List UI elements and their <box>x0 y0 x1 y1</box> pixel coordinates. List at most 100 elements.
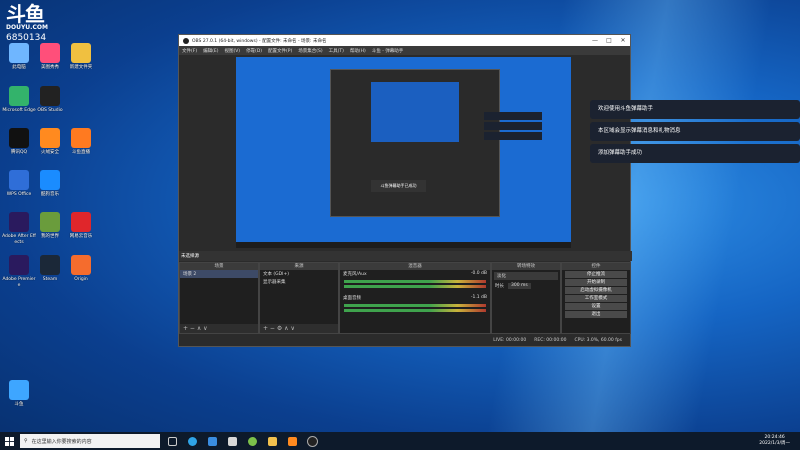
transitions-dock-title: 转场特效 <box>492 263 560 270</box>
close-icon[interactable]: ✕ <box>616 37 630 44</box>
obs-menu-item[interactable]: 文件(F) <box>182 48 197 54</box>
windows-taskbar: ⚲ 在这里输入你要搜索的内容 20:24:46 2022/1/3/周一 <box>0 432 800 450</box>
control-button[interactable]: 退出 <box>565 311 627 318</box>
desktop-icon[interactable]: Steam <box>33 255 67 283</box>
mixer-volume-slider[interactable] <box>344 309 486 312</box>
desktop-icon-label: OBS Studio <box>37 108 63 113</box>
start-button[interactable] <box>0 432 18 450</box>
mixer-volume-slider[interactable] <box>344 285 486 288</box>
scene-item[interactable]: 场景 2 <box>180 270 258 278</box>
rec-status: REC: 00:00:00 <box>534 338 567 343</box>
source-item[interactable]: 文本 (GDI+) <box>260 270 338 278</box>
obs-taskbar-icon[interactable] <box>304 434 320 448</box>
control-button[interactable]: 启动虚拟摄像机 <box>565 287 627 294</box>
desktop-icon[interactable]: 此电脑 <box>2 43 36 71</box>
app-icon <box>40 212 60 232</box>
obs-status-bar: LIVE: 00:00:00 REC: 00:00:00 CPU: 3.0%, … <box>179 335 630 346</box>
nested-notification <box>484 112 542 120</box>
duration-label: 时长 <box>495 284 504 289</box>
nested-screen <box>371 82 459 142</box>
desktop-icon-label: 新建文件夹 <box>69 65 93 70</box>
app-icon <box>9 212 29 232</box>
obs-window-title: OBS 27.0.1 (64-bit, windows) - 配置文件: 未命名… <box>192 38 327 44</box>
mail-icon[interactable] <box>224 434 240 448</box>
obs-menu-item[interactable]: 工具(T) <box>329 48 344 54</box>
desktop-icon[interactable]: Adobe After Effects <box>2 212 36 245</box>
obs-menu-item[interactable]: 斗鱼 - 弹幕助手 <box>372 48 403 54</box>
desktop-icon[interactable]: 腾讯QQ <box>2 128 36 156</box>
search-placeholder: 在这里输入你要搜索的内容 <box>31 438 92 445</box>
desktop-icon-label: 网易云音乐 <box>69 234 93 239</box>
obs-menu-item[interactable]: 停靠(D) <box>246 48 262 54</box>
mixer-channel-db: -1.1 dB <box>470 295 487 300</box>
task-view-icon[interactable] <box>164 434 180 448</box>
desktop-icon[interactable]: 斗鱼直播 <box>64 128 98 156</box>
desktop-icon[interactable]: 火绒安全 <box>33 128 67 156</box>
danmaku-notification: 本区域会显示弹幕消息和礼物消息 <box>590 122 800 141</box>
obs-menu-item[interactable]: 帮助(H) <box>350 48 366 54</box>
desktop-icon[interactable]: OBS Studio <box>33 86 67 114</box>
obs-menu-item[interactable]: 视图(V) <box>224 48 240 54</box>
control-button[interactable]: 开始录制 <box>565 279 627 286</box>
app-icon <box>9 128 29 148</box>
edge-icon[interactable] <box>184 434 200 448</box>
desktop-icon-label: 腾讯QQ <box>10 150 28 155</box>
maximize-icon[interactable]: □ <box>602 37 616 44</box>
desktop-icon[interactable]: Microsoft Edge <box>2 86 36 114</box>
desktop-icon[interactable]: 斗鱼 <box>2 380 36 408</box>
desktop-icon-label: Adobe After Effects <box>2 234 36 245</box>
app-icon <box>40 43 60 63</box>
danmaku-notification: 添加弹幕助手成功 <box>590 144 800 163</box>
sources-dock-actions[interactable]: + − ⚙ ∧ ∨ <box>260 324 338 333</box>
desktop-icon[interactable]: 网易云音乐 <box>64 212 98 240</box>
desktop-icon[interactable]: WPS Office <box>2 170 36 198</box>
danmaku-notification: 欢迎使用斗鱼弹幕助手 <box>590 100 800 119</box>
minimize-icon[interactable]: — <box>588 37 602 44</box>
obs-window[interactable]: OBS 27.0.1 (64-bit, windows) - 配置文件: 未命名… <box>178 34 632 347</box>
app-icon[interactable] <box>244 434 260 448</box>
nested-notification <box>484 132 542 140</box>
desktop-icon-label: 火绒安全 <box>41 150 59 155</box>
source-item[interactable]: 显示器采集 <box>260 278 338 286</box>
desktop-icon[interactable]: 美图秀秀 <box>33 43 67 71</box>
desktop-icon[interactable]: 酷狗音乐 <box>33 170 67 198</box>
no-source-label: 未选择源 <box>181 254 199 259</box>
obs-preview[interactable]: 斗鱼弹幕助手已成功 <box>236 57 571 248</box>
desktop-icon[interactable]: 我的世界 <box>33 212 67 240</box>
scenes-dock-title: 场景 <box>180 263 258 270</box>
mixer-level-meter <box>344 304 486 307</box>
app-icon <box>40 170 60 190</box>
mixer-channel-db: -0.0 dB <box>470 271 487 276</box>
scenes-dock-actions[interactable]: + − ∧ ∨ <box>180 324 258 333</box>
app-icon <box>40 128 60 148</box>
app-icon <box>9 43 29 63</box>
taskbar-clock[interactable]: 20:24:46 2022/1/3/周一 <box>759 435 800 447</box>
control-button[interactable]: 设置 <box>565 303 627 310</box>
duration-input[interactable]: 300 ms <box>508 283 531 289</box>
desktop-icon[interactable]: 新建文件夹 <box>64 43 98 71</box>
douyu-taskbar-icon[interactable] <box>284 434 300 448</box>
desktop-icon-label: 此电脑 <box>12 65 26 70</box>
cpu-status: CPU: 3.0%, 60.00 fps <box>574 338 623 343</box>
watermark-domain: DOUYU.COM <box>6 24 48 31</box>
app-icon <box>71 128 91 148</box>
desktop-icon-label: WPS Office <box>6 192 32 197</box>
obs-menu-item[interactable]: 配置文件(P) <box>268 48 292 54</box>
app-icon <box>40 255 60 275</box>
preview-popup: 斗鱼弹幕助手已成功 <box>371 180 426 192</box>
watermark-room-number: 6850134 <box>6 33 47 43</box>
control-button[interactable]: 停止推流 <box>565 271 627 278</box>
control-button[interactable]: 工作室模式 <box>565 295 627 302</box>
desktop-icon-label: Origin <box>74 277 88 282</box>
desktop-icon[interactable]: Adobe Premiere <box>2 255 36 288</box>
store-icon[interactable] <box>204 434 220 448</box>
obs-title-bar[interactable]: OBS 27.0.1 (64-bit, windows) - 配置文件: 未命名… <box>179 35 630 46</box>
folder-icon[interactable] <box>264 434 280 448</box>
taskbar-search-box[interactable]: ⚲ 在这里输入你要搜索的内容 <box>20 434 160 448</box>
obs-menu-item[interactable]: 编辑(E) <box>203 48 218 54</box>
desktop-icon[interactable]: Origin <box>64 255 98 283</box>
watermark-logo: 斗鱼 <box>6 2 45 26</box>
transition-select[interactable]: 淡化 <box>494 272 558 280</box>
app-icon <box>71 255 91 275</box>
obs-menu-item[interactable]: 场景集合(S) <box>298 48 322 54</box>
